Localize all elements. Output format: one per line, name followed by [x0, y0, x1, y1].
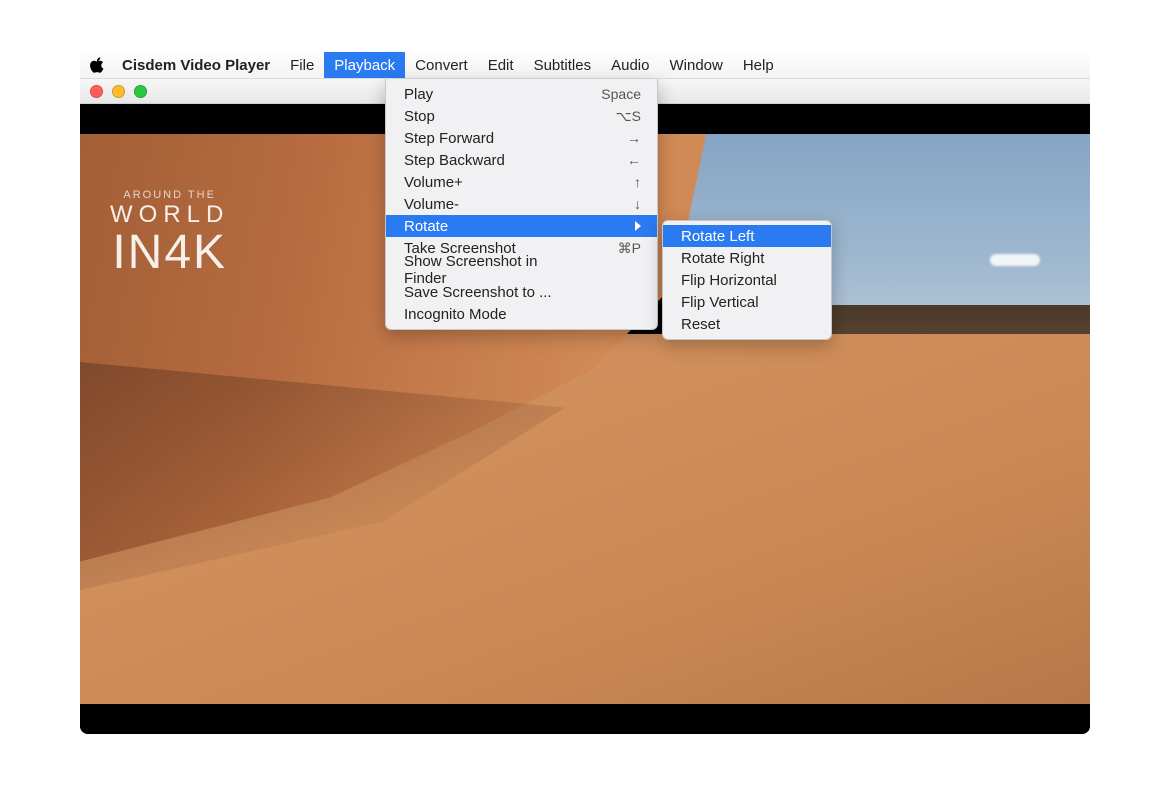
zoom-button[interactable] [134, 85, 147, 98]
menu-item-label: Step Forward [404, 130, 494, 147]
menu-item-label: Rotate Left [681, 228, 754, 245]
menubar-item-audio[interactable]: Audio [601, 52, 659, 78]
menubar-item-playback[interactable]: Playback [324, 52, 405, 78]
menu-item-save-screenshot-to[interactable]: Save Screenshot to ... [386, 281, 657, 303]
video-cloud [990, 254, 1040, 266]
apple-logo-icon[interactable] [88, 57, 106, 73]
menu-item-stop[interactable]: Stop ⌥S [386, 105, 657, 127]
playback-dropdown: Play Space Stop ⌥S Step Forward → Step B… [385, 79, 658, 330]
submenu-item-flip-vertical[interactable]: Flip Vertical [663, 291, 831, 313]
menu-item-label: Flip Vertical [681, 294, 759, 311]
menu-item-label: Volume- [404, 196, 459, 213]
minimize-button[interactable] [112, 85, 125, 98]
watermark-num: 4K [164, 226, 227, 279]
menu-item-label: Show Screenshot in Finder [404, 253, 571, 287]
menu-item-label: Step Backward [404, 152, 505, 169]
video-watermark: AROUND THE WORLD IN4K [110, 189, 229, 277]
menubar-item-file[interactable]: File [280, 52, 324, 78]
menu-item-step-backward[interactable]: Step Backward ← [386, 149, 657, 171]
submenu-arrow-icon [635, 221, 641, 231]
menu-item-label: Rotate Right [681, 250, 764, 267]
letterbox-bottom [80, 704, 1090, 734]
menu-item-label: Save Screenshot to ... [404, 284, 552, 301]
menu-item-play[interactable]: Play Space [386, 83, 657, 105]
submenu-item-reset[interactable]: Reset [663, 313, 831, 335]
menu-item-label: Reset [681, 316, 720, 333]
menubar-item-convert[interactable]: Convert [405, 52, 478, 78]
menu-item-shortcut: ↓ [571, 196, 641, 212]
menu-item-rotate[interactable]: Rotate [386, 215, 657, 237]
menu-item-shortcut: ⌥S [571, 108, 641, 125]
watermark-prefix: IN [112, 226, 164, 279]
watermark-line1: AROUND THE [110, 189, 229, 201]
menu-item-incognito-mode[interactable]: Incognito Mode [386, 303, 657, 325]
menubar-item-edit[interactable]: Edit [478, 52, 524, 78]
menubar-item-subtitles[interactable]: Subtitles [524, 52, 602, 78]
menu-item-volume-up[interactable]: Volume+ ↑ [386, 171, 657, 193]
menu-item-label: Incognito Mode [404, 306, 507, 323]
rotate-submenu: Rotate Left Rotate Right Flip Horizontal… [662, 220, 832, 340]
menu-item-shortcut: ⌘P [571, 240, 641, 257]
menu-item-volume-down[interactable]: Volume- ↓ [386, 193, 657, 215]
menu-item-step-forward[interactable]: Step Forward → [386, 127, 657, 149]
close-button[interactable] [90, 85, 103, 98]
menu-item-label: Volume+ [404, 174, 463, 191]
submenu-item-flip-horizontal[interactable]: Flip Horizontal [663, 269, 831, 291]
menu-item-shortcut: ← [571, 152, 641, 168]
menubar: Cisdem Video Player File Playback Conver… [80, 52, 1090, 79]
menu-item-show-screenshot-finder[interactable]: Show Screenshot in Finder [386, 259, 657, 281]
submenu-item-rotate-right[interactable]: Rotate Right [663, 247, 831, 269]
menu-item-label: Flip Horizontal [681, 272, 777, 289]
menubar-item-help[interactable]: Help [733, 52, 784, 78]
menu-item-shortcut: → [571, 130, 641, 146]
menu-item-shortcut: ↑ [571, 174, 641, 190]
submenu-item-rotate-left[interactable]: Rotate Left [663, 225, 831, 247]
menubar-app-name[interactable]: Cisdem Video Player [112, 52, 280, 78]
menu-item-label: Rotate [404, 218, 448, 235]
menu-item-shortcut: Space [571, 86, 641, 102]
menu-item-label: Play [404, 86, 433, 103]
menubar-item-window[interactable]: Window [659, 52, 732, 78]
watermark-line2: WORLD [110, 201, 229, 229]
watermark-line3: IN4K [110, 229, 229, 277]
menu-item-label: Stop [404, 108, 435, 125]
